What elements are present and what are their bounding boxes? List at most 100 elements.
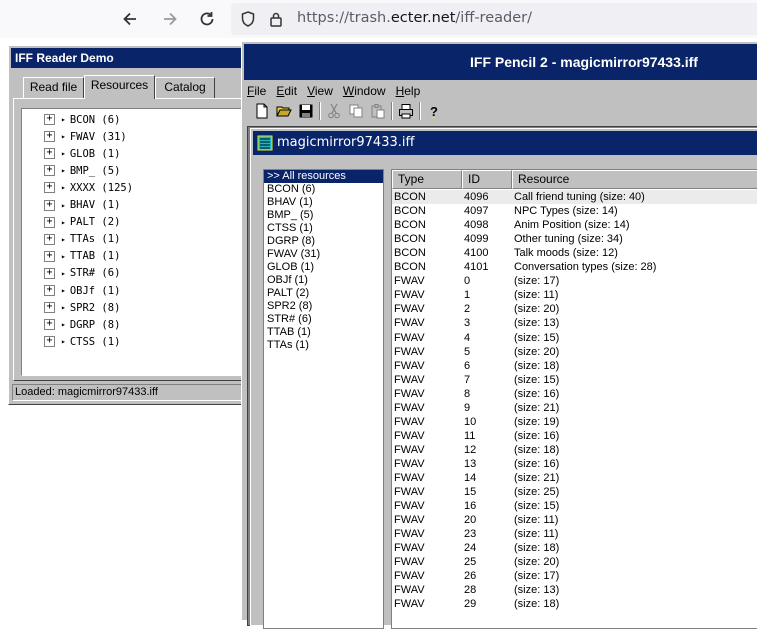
table-row[interactable]: FWAV 5 (size: 20) bbox=[392, 345, 757, 359]
type-list-item[interactable]: DGRP (8) bbox=[264, 235, 383, 248]
type-list-item[interactable]: GLOB (1) bbox=[264, 261, 383, 274]
table-row[interactable]: FWAV 15 (size: 25) bbox=[392, 485, 757, 499]
type-list-item[interactable]: PALT (2) bbox=[264, 287, 383, 300]
expand-icon[interactable]: + bbox=[44, 285, 55, 296]
tab-resources[interactable]: Resources bbox=[84, 75, 155, 99]
table-row[interactable]: FWAV 28 (size: 13) bbox=[392, 583, 757, 597]
table-row[interactable]: FWAV 9 (size: 21) bbox=[392, 401, 757, 415]
table-row[interactable]: FWAV 7 (size: 15) bbox=[392, 373, 757, 387]
table-row[interactable]: FWAV 11 (size: 16) bbox=[392, 429, 757, 443]
type-list-item[interactable]: BMP_ (5) bbox=[264, 209, 383, 222]
tree-item[interactable]: + ▸ BMP_ (5) bbox=[44, 162, 120, 179]
cut-icon[interactable] bbox=[323, 100, 345, 122]
expand-icon[interactable]: + bbox=[44, 216, 55, 228]
shield-icon[interactable] bbox=[241, 11, 255, 31]
tree-item[interactable]: + ▸ SPR2 (8) bbox=[44, 299, 120, 316]
expand-icon[interactable]: + bbox=[44, 148, 55, 160]
paste-icon[interactable] bbox=[367, 100, 389, 122]
tree-item[interactable]: + ▸ OBJf (1) bbox=[44, 282, 120, 299]
tree-item[interactable]: + ▸ PALT (2) bbox=[44, 214, 120, 231]
table-row[interactable]: FWAV 13 (size: 16) bbox=[392, 457, 757, 471]
table-row[interactable]: FWAV 10 (size: 19) bbox=[392, 415, 757, 429]
type-list-item[interactable]: FWAV (31) bbox=[264, 248, 383, 261]
table-row[interactable]: FWAV 2 (size: 20) bbox=[392, 302, 757, 316]
expand-icon[interactable]: + bbox=[44, 131, 55, 143]
type-list-item[interactable]: TTAs (1) bbox=[264, 339, 383, 352]
type-list-item[interactable]: BHAV (1) bbox=[264, 196, 383, 209]
type-list-item[interactable]: STR# (6) bbox=[264, 313, 383, 326]
tree-item[interactable]: + ▸ BCON (6) bbox=[44, 111, 120, 128]
table-row[interactable]: BCON 4097 NPC Types (size: 14) bbox=[392, 204, 757, 218]
table-row[interactable]: BCON 4098 Anim Position (size: 14) bbox=[392, 218, 757, 232]
menu-item[interactable]: Edit bbox=[273, 82, 301, 100]
type-list-item[interactable]: SPR2 (8) bbox=[264, 300, 383, 313]
help-icon[interactable]: ? bbox=[423, 100, 445, 122]
print-icon[interactable] bbox=[395, 100, 417, 122]
table-row[interactable]: FWAV 16 (size: 15) bbox=[392, 499, 757, 513]
table-row[interactable]: FWAV 26 (size: 17) bbox=[392, 569, 757, 583]
column-header-type[interactable]: Type bbox=[392, 170, 462, 189]
tree-item[interactable]: + ▸ XXXX (125) bbox=[44, 179, 133, 196]
tab-read-file[interactable]: Read file bbox=[23, 77, 84, 98]
expand-icon[interactable]: + bbox=[44, 199, 55, 211]
expand-icon[interactable]: + bbox=[44, 114, 55, 125]
menu-item[interactable]: File bbox=[244, 82, 270, 100]
tree-item[interactable]: + ▸ GLOB (1) bbox=[44, 145, 120, 162]
type-list-item[interactable]: OBJf (1) bbox=[264, 274, 383, 287]
expand-icon[interactable]: + bbox=[44, 319, 55, 331]
table-row[interactable]: FWAV 6 (size: 18) bbox=[392, 359, 757, 373]
table-row[interactable]: FWAV 8 (size: 16) bbox=[392, 387, 757, 401]
url-text[interactable]: https://trash.ecter.net/iff-reader/ bbox=[297, 10, 532, 26]
table-row[interactable]: FWAV 29 (size: 18) bbox=[392, 597, 757, 611]
table-row[interactable]: BCON 4100 Talk moods (size: 12) bbox=[392, 246, 757, 260]
type-list-item[interactable]: CTSS (1) bbox=[264, 222, 383, 235]
expand-icon[interactable]: + bbox=[44, 182, 55, 194]
resource-type-list[interactable]: >> All resources BCON (6) BHAV (1) BMP_ (5)… bbox=[263, 169, 384, 629]
table-row[interactable]: FWAV 0 (size: 17) bbox=[392, 274, 757, 288]
column-header-id[interactable]: ID bbox=[462, 170, 512, 189]
expand-icon[interactable]: + bbox=[44, 250, 55, 262]
menu-item[interactable]: View bbox=[304, 82, 337, 100]
forward-arrow-icon[interactable] bbox=[156, 5, 184, 33]
tree-item[interactable]: + ▸ STR# (6) bbox=[44, 265, 120, 282]
table-row[interactable]: BCON 4099 Other tuning (size: 34) bbox=[392, 232, 757, 246]
tree-item[interactable]: + ▸ CTSS (1) bbox=[44, 333, 120, 350]
table-row[interactable]: FWAV 4 (size: 15) bbox=[392, 331, 757, 345]
expand-icon[interactable]: + bbox=[44, 336, 55, 348]
menu-item[interactable]: Help bbox=[393, 82, 425, 100]
url-bar[interactable]: https://trash.ecter.net/iff-reader/ bbox=[231, 3, 757, 35]
menu-item[interactable]: Window bbox=[340, 82, 390, 100]
table-row[interactable]: BCON 4101 Conversation types (size: 28) bbox=[392, 260, 757, 274]
tree-item[interactable]: + ▸ DGRP (8) bbox=[44, 316, 120, 333]
tree-item[interactable]: + ▸ FWAV (31) bbox=[44, 128, 127, 145]
table-row[interactable]: FWAV 20 (size: 11) bbox=[392, 513, 757, 527]
table-row[interactable]: BCON 4096 Call friend tuning (size: 40) bbox=[392, 190, 757, 204]
type-list-item[interactable]: >> All resources bbox=[264, 170, 383, 183]
reload-icon[interactable] bbox=[193, 5, 221, 33]
table-row[interactable]: FWAV 1 (size: 11) bbox=[392, 288, 757, 302]
save-disk-icon[interactable] bbox=[295, 100, 317, 122]
table-row[interactable]: FWAV 25 (size: 20) bbox=[392, 555, 757, 569]
table-row[interactable]: FWAV 24 (size: 18) bbox=[392, 541, 757, 555]
open-folder-icon[interactable] bbox=[273, 100, 295, 122]
column-header-resource[interactable]: Resource bbox=[512, 170, 757, 189]
tab-catalog[interactable]: Catalog bbox=[155, 77, 215, 98]
table-row[interactable]: FWAV 12 (size: 18) bbox=[392, 443, 757, 457]
table-row[interactable]: FWAV 3 (size: 13) bbox=[392, 316, 757, 330]
back-arrow-icon[interactable] bbox=[116, 5, 144, 33]
tree-item[interactable]: + ▸ BHAV (1) bbox=[44, 197, 120, 214]
expand-icon[interactable]: + bbox=[44, 233, 55, 245]
type-list-item[interactable]: BCON (6) bbox=[264, 183, 383, 196]
expand-icon[interactable]: + bbox=[44, 165, 55, 177]
copy-icon[interactable] bbox=[345, 100, 367, 122]
tree-item[interactable]: + ▸ TTAB (1) bbox=[44, 248, 120, 265]
tree-item[interactable]: + ▸ TTAs (1) bbox=[44, 231, 120, 248]
type-list-item[interactable]: TTAB (1) bbox=[264, 326, 383, 339]
expand-icon[interactable]: + bbox=[44, 302, 55, 314]
resource-tree[interactable]: + ▸ BCON (6) + ▸ FWAV (31) + ▸ GLOB (1) + ▸ BMP_ (5… bbox=[21, 108, 253, 376]
table-row[interactable]: FWAV 23 (size: 11) bbox=[392, 527, 757, 541]
table-row[interactable]: FWAV 14 (size: 21) bbox=[392, 471, 757, 485]
expand-icon[interactable]: + bbox=[44, 267, 55, 279]
new-file-icon[interactable] bbox=[251, 100, 273, 122]
lock-icon[interactable] bbox=[269, 11, 283, 31]
